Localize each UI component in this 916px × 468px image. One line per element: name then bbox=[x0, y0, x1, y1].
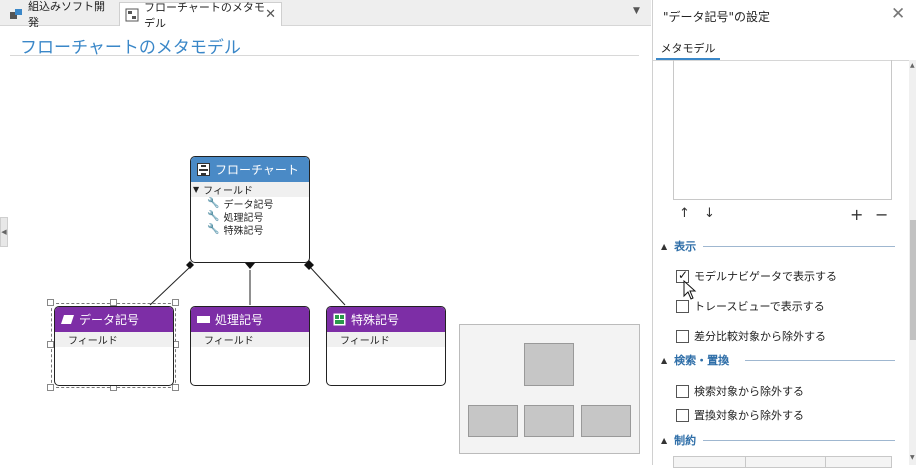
field-header: フィールド bbox=[327, 332, 445, 347]
table-column bbox=[674, 457, 746, 467]
section-label: 検索・置換 bbox=[674, 354, 730, 367]
move-down-icon[interactable]: ↓ bbox=[704, 206, 715, 221]
scroll-down-icon[interactable]: ▼ bbox=[910, 454, 915, 461]
section-divider bbox=[703, 440, 895, 441]
node-data-symbol[interactable]: データ記号 フィールド bbox=[54, 306, 174, 386]
field-item: 🔧 特殊記号 bbox=[191, 223, 309, 237]
chevron-down-icon[interactable]: ▼ bbox=[633, 6, 640, 16]
resize-handle[interactable] bbox=[110, 299, 117, 306]
document-tab-bar: 組込みソフト開発 フローチャートのメタモデル ✕ ▼ bbox=[0, 0, 651, 30]
scroll-thumb[interactable] bbox=[910, 220, 916, 340]
node-process-symbol[interactable]: 処理記号 フィールド bbox=[190, 306, 310, 386]
collapse-icon: ▲ bbox=[661, 241, 668, 251]
wrench-icon: 🔧 bbox=[207, 198, 220, 209]
section-constraint[interactable]: ▲ 制約 bbox=[661, 432, 696, 448]
properties-panel: "データ記号"の設定 ✕ メタモデル ↑ ↓ + − ▲ 表示 モデルナビゲータ… bbox=[652, 0, 916, 468]
minimap-node bbox=[524, 405, 574, 437]
node-special-symbol[interactable]: 特殊記号 フィールド bbox=[326, 306, 446, 386]
table-column bbox=[826, 457, 886, 467]
scroll-up-icon[interactable]: ▲ bbox=[910, 62, 915, 69]
move-up-icon[interactable]: ↑ bbox=[679, 206, 690, 221]
checkbox-box[interactable] bbox=[676, 408, 689, 422]
constraint-table-header bbox=[673, 456, 892, 468]
checkbox-label: 置換対象から除外する bbox=[694, 409, 804, 422]
resize-handle[interactable] bbox=[172, 299, 179, 306]
tab-embedded-software[interactable]: 組込みソフト開発 bbox=[4, 0, 116, 29]
node-header: フローチャート bbox=[191, 157, 309, 182]
tab-metamodel[interactable]: メタモデル bbox=[656, 36, 720, 60]
section-divider bbox=[745, 360, 895, 361]
minimap-node bbox=[524, 343, 574, 386]
section-display[interactable]: ▲ 表示 bbox=[661, 238, 696, 254]
panel-title: "データ記号"の設定 bbox=[663, 10, 771, 24]
checkbox-label: 差分比較対象から除外する bbox=[694, 330, 826, 343]
checkbox-box[interactable] bbox=[676, 299, 689, 313]
field-label: 特殊記号 bbox=[223, 226, 264, 237]
node-header: 特殊記号 bbox=[327, 307, 445, 332]
checkbox-label: 検索対象から除外する bbox=[694, 385, 804, 398]
minimap-node bbox=[581, 405, 631, 437]
checkbox-exclude-from-diff[interactable]: 差分比較対象から除外する bbox=[676, 328, 826, 344]
node-header: 処理記号 bbox=[191, 307, 309, 332]
node-flowchart[interactable]: フローチャート ▼ フィールド 🔧 データ記号 🔧 処理記号 🔧 特殊記号 bbox=[190, 156, 310, 263]
wrench-icon: 🔧 bbox=[207, 224, 220, 235]
table-column bbox=[746, 457, 826, 467]
resize-handle[interactable] bbox=[172, 384, 179, 391]
section-label: 制約 bbox=[674, 434, 697, 447]
flowchart-icon bbox=[197, 163, 210, 176]
checkbox-show-in-navigator[interactable]: モデルナビゲータで表示する bbox=[676, 268, 837, 284]
section-label: 表示 bbox=[674, 240, 697, 253]
node-title: データ記号 bbox=[79, 313, 140, 327]
checkbox-label: トレースビューで表示する bbox=[694, 300, 825, 313]
panel-scrollbar[interactable]: ▲ ▼ bbox=[909, 60, 916, 465]
node-header: データ記号 bbox=[55, 307, 173, 332]
diagram-icon bbox=[125, 8, 139, 21]
field-header: フィールド bbox=[55, 332, 173, 347]
collapse-icon: ▲ bbox=[661, 435, 668, 445]
node-title: 処理記号 bbox=[215, 313, 264, 327]
expand-icon[interactable]: ▼ bbox=[193, 185, 199, 194]
tab-label: 組込みソフト開発 bbox=[28, 0, 105, 29]
field-header-label: フィールド bbox=[203, 186, 253, 197]
parallelogram-icon bbox=[61, 315, 74, 324]
checkbox-show-in-trace-view[interactable]: トレースビューで表示する bbox=[676, 298, 825, 314]
minimap[interactable] bbox=[459, 324, 640, 454]
resize-handle[interactable] bbox=[47, 299, 54, 306]
connector-data bbox=[149, 266, 191, 306]
remove-icon[interactable]: − bbox=[875, 205, 888, 224]
checkbox-exclude-from-replace[interactable]: 置換対象から除外する bbox=[676, 407, 804, 423]
resize-handle[interactable] bbox=[47, 341, 54, 348]
tab-flowchart-metamodel[interactable]: フローチャートのメタモデル ✕ bbox=[119, 1, 282, 30]
close-icon[interactable]: ✕ bbox=[265, 7, 276, 22]
checkbox-box[interactable] bbox=[676, 384, 689, 398]
wrench-icon: 🔧 bbox=[207, 211, 220, 222]
checkbox-exclude-from-search[interactable]: 検索対象から除外する bbox=[676, 383, 804, 399]
special-symbol-icon bbox=[333, 313, 346, 326]
connector-special bbox=[309, 266, 346, 306]
field-header: ▼ フィールド bbox=[191, 182, 309, 197]
minimap-node bbox=[468, 405, 518, 437]
rectangle-icon bbox=[197, 316, 210, 323]
project-icon bbox=[10, 9, 22, 19]
item-list[interactable] bbox=[673, 60, 892, 200]
tab-label: フローチャートのメタモデル bbox=[144, 0, 265, 30]
section-search-replace[interactable]: ▲ 検索・置換 bbox=[661, 352, 729, 368]
field-header: フィールド bbox=[191, 332, 309, 347]
mouse-cursor-icon bbox=[683, 280, 697, 300]
section-divider bbox=[703, 246, 895, 247]
diagram-canvas[interactable]: フローチャートのメタモデル ◀ フローチャート ▼ フィールド 🔧 データ記号 🔧… bbox=[0, 27, 651, 465]
collapse-icon: ▲ bbox=[661, 355, 668, 365]
node-title: 特殊記号 bbox=[351, 313, 400, 327]
checkbox-label: モデルナビゲータで表示する bbox=[694, 270, 837, 283]
node-title: フローチャート bbox=[215, 163, 299, 177]
checkbox-box[interactable] bbox=[676, 329, 689, 343]
resize-handle[interactable] bbox=[47, 384, 54, 391]
add-icon[interactable]: + bbox=[850, 205, 863, 224]
close-icon[interactable]: ✕ bbox=[891, 4, 905, 24]
